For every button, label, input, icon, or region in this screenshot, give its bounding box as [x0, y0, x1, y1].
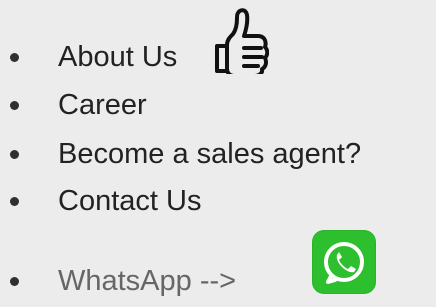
- whatsapp-icon[interactable]: [312, 230, 376, 294]
- contact-us-link[interactable]: Contact Us: [58, 186, 201, 216]
- become-sales-agent-link[interactable]: Become a sales agent?: [58, 139, 361, 169]
- about-us-link[interactable]: About Us: [58, 42, 177, 72]
- bullet-icon: [10, 276, 19, 286]
- bullet-icon: [10, 100, 19, 110]
- whatsapp-link[interactable]: WhatsApp -->: [58, 266, 236, 296]
- menu-panel: About Us Career Become a sales agent? Co…: [0, 0, 436, 307]
- thumbs-up-icon: [215, 8, 269, 74]
- bullet-icon: [10, 149, 19, 159]
- whatsapp-logo-icon: [324, 242, 364, 284]
- career-link[interactable]: Career: [58, 90, 147, 120]
- bullet-icon: [10, 52, 19, 62]
- menu-item-sales-agent[interactable]: Become a sales agent?: [0, 128, 436, 180]
- menu-item-career[interactable]: Career: [0, 79, 436, 131]
- menu-item-contact-us[interactable]: Contact Us: [0, 175, 436, 227]
- bullet-icon: [10, 196, 19, 206]
